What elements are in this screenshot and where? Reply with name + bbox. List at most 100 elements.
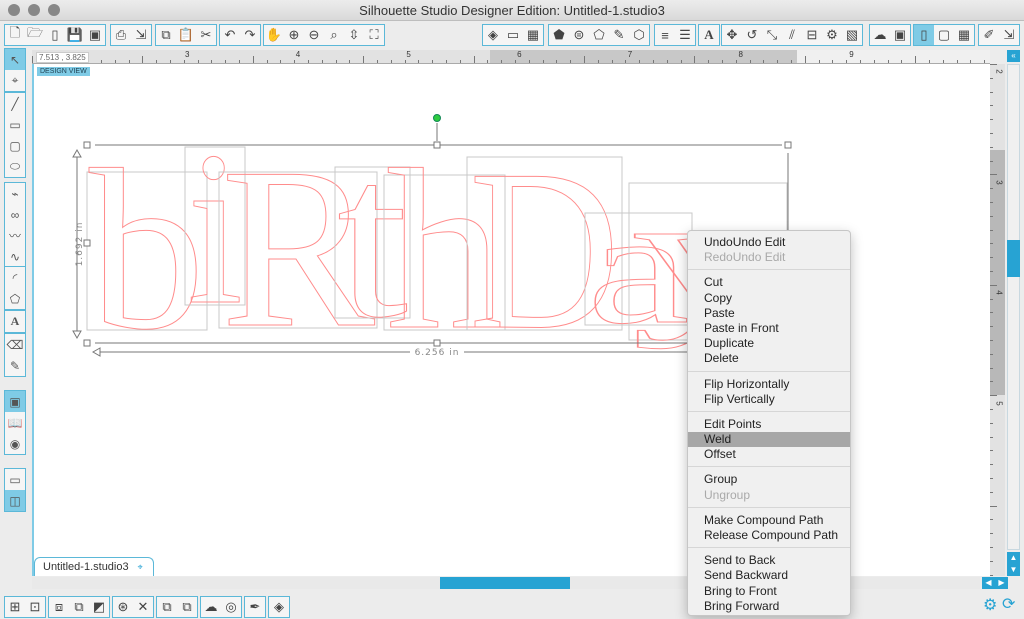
arc-tool-button[interactable]: ◜: [5, 267, 25, 288]
minimize-window-button[interactable]: [28, 4, 40, 16]
menu-item-bring-forward[interactable]: Bring Forward: [688, 599, 850, 614]
menu-item-paste-in-front[interactable]: Paste in Front: [688, 321, 850, 336]
undo-button[interactable]: ↶: [220, 25, 240, 45]
pan-hand-button[interactable]: ✋: [264, 25, 284, 45]
page-setup-button[interactable]: ▯: [914, 25, 934, 45]
send-to-cutter-button[interactable]: ⇲: [131, 25, 151, 45]
blank-page-button[interactable]: ▯: [45, 25, 65, 45]
vertical-scrollbar[interactable]: [1007, 64, 1020, 550]
cut-settings-button[interactable]: ✐: [979, 25, 999, 45]
send-button[interactable]: ⇲: [999, 25, 1019, 45]
menu-item-group[interactable]: Group: [688, 472, 850, 487]
menu-item-delete[interactable]: Delete: [688, 351, 850, 366]
save-to-library-button[interactable]: ▣: [85, 25, 105, 45]
menu-item-send-to-back[interactable]: Send to Back: [688, 553, 850, 568]
new-document-button[interactable]: 🗋: [5, 25, 25, 45]
online-store-view-button[interactable]: ◉: [5, 433, 25, 454]
cut-button[interactable]: ✂: [196, 25, 216, 45]
paste-button[interactable]: 📋: [176, 25, 196, 45]
line-color-button[interactable]: ▭: [503, 25, 523, 45]
menu-item-paste[interactable]: Paste: [688, 306, 850, 321]
menu-item-release-compound-path[interactable]: Release Compound Path: [688, 528, 850, 543]
weld-button[interactable]: ⊛: [113, 597, 133, 617]
eraser-tool-button[interactable]: ⌫: [5, 334, 25, 355]
smooth-freehand-tool-button[interactable]: ∿: [5, 246, 25, 267]
scroll-down-button[interactable]: ▼: [1007, 564, 1020, 576]
ungroup-button[interactable]: ⊡: [25, 597, 45, 617]
menu-item-edit-points[interactable]: Edit Points: [688, 417, 850, 432]
menu-item-flip-vertically[interactable]: Flip Vertically: [688, 392, 850, 407]
menu-item-weld[interactable]: Weld: [688, 432, 850, 448]
line-tool-button[interactable]: ╱: [5, 93, 25, 114]
send-to-back-button[interactable]: ⧉: [177, 597, 197, 617]
library-store-button[interactable]: ☁: [870, 25, 890, 45]
group-button[interactable]: ⊞: [5, 597, 25, 617]
save-button[interactable]: 💾: [65, 25, 85, 45]
zoom-select-button[interactable]: ⌕: [324, 25, 344, 45]
registration-marks-button[interactable]: ▢: [934, 25, 954, 45]
trace-button[interactable]: ☁: [201, 597, 221, 617]
select-arrow-button[interactable]: ↖: [5, 49, 25, 70]
line-color-palette-button[interactable]: ≡: [655, 25, 675, 45]
freehand-tool-button[interactable]: 〰: [5, 225, 25, 246]
offset-shape-button[interactable]: ⬡: [629, 25, 649, 45]
bring-to-front-button[interactable]: ⧉: [157, 597, 177, 617]
horizontal-scroll-thumb[interactable]: [440, 577, 570, 589]
polygon-tool-button[interactable]: ⌁: [5, 183, 25, 204]
offset-button[interactable]: ◎: [221, 597, 241, 617]
menu-item-send-backward[interactable]: Send Backward: [688, 568, 850, 583]
line-style-settings-button[interactable]: ☰: [675, 25, 695, 45]
close-window-button[interactable]: [8, 4, 20, 16]
shear-button[interactable]: ⫽: [782, 25, 802, 45]
zoom-drag-button[interactable]: ⇳: [344, 25, 364, 45]
menu-item-offset[interactable]: Offset: [688, 447, 850, 462]
text-tool-button[interactable]: A: [5, 311, 25, 332]
grid-button[interactable]: ▦: [954, 25, 974, 45]
zoom-in-button[interactable]: ⊕: [284, 25, 304, 45]
zoom-out-button[interactable]: ⊖: [304, 25, 324, 45]
print-button[interactable]: ⎙: [111, 25, 131, 45]
pin-icon[interactable]: ⌖: [138, 562, 143, 572]
make-compound-button[interactable]: ⧈: [49, 597, 69, 617]
copy-button[interactable]: ⧉: [156, 25, 176, 45]
edit-points-button[interactable]: ⌖: [5, 70, 25, 91]
transform-button[interactable]: ✥: [722, 25, 742, 45]
menu-item-bring-to-front[interactable]: Bring to Front: [688, 584, 850, 599]
release-compound-button[interactable]: ⧉: [69, 597, 89, 617]
replicate-button[interactable]: ⚙: [822, 25, 842, 45]
scale-button[interactable]: ⤡: [762, 25, 782, 45]
menu-item-copy[interactable]: Copy: [688, 291, 850, 306]
menu-item-cut[interactable]: Cut: [688, 275, 850, 290]
scroll-left-button[interactable]: ◀: [982, 577, 995, 589]
split-view-button[interactable]: ◫: [5, 490, 25, 511]
rotate-button[interactable]: ↺: [742, 25, 762, 45]
fill-pattern-button[interactable]: ▦: [523, 25, 543, 45]
collapse-panel-button[interactable]: «: [1007, 50, 1020, 62]
design-view-button[interactable]: ▣: [5, 391, 25, 412]
menu-item-undoundo-edit[interactable]: UndoUndo Edit: [688, 235, 850, 250]
show-panel-button[interactable]: ▭: [5, 469, 25, 490]
menu-item-make-compound-path[interactable]: Make Compound Path: [688, 513, 850, 528]
knife-tool-button[interactable]: ✎: [5, 355, 25, 376]
curve-tool-button[interactable]: ∞: [5, 204, 25, 225]
menu-item-duplicate[interactable]: Duplicate: [688, 336, 850, 351]
sketch-button[interactable]: ✎: [609, 25, 629, 45]
scroll-right-button[interactable]: ▶: [995, 577, 1008, 589]
3d-view-button[interactable]: ◈: [269, 597, 289, 617]
menu-item-flip-horizontally[interactable]: Flip Horizontally: [688, 377, 850, 392]
settings-gear-icon[interactable]: ⚙: [983, 595, 997, 615]
online-store-button[interactable]: ▣: [890, 25, 910, 45]
document-tab[interactable]: Untitled-1.studio3 ⌖: [34, 557, 154, 576]
redo-button[interactable]: ↷: [240, 25, 260, 45]
zoom-window-button[interactable]: [48, 4, 60, 16]
fill-color-button[interactable]: ◈: [483, 25, 503, 45]
compound-transparent-button[interactable]: ◩: [89, 597, 109, 617]
align-button[interactable]: ⊟: [802, 25, 822, 45]
paint-tool-button[interactable]: ✒: [245, 597, 265, 617]
vertical-scroll-thumb[interactable]: [1007, 240, 1020, 277]
delete-x-button[interactable]: ✕: [133, 597, 153, 617]
nest-button[interactable]: ▧: [842, 25, 862, 45]
scroll-up-button[interactable]: ▲: [1007, 552, 1020, 564]
open-folder-button[interactable]: 🗁: [25, 25, 45, 45]
refresh-icon[interactable]: ⟳: [1002, 594, 1015, 614]
